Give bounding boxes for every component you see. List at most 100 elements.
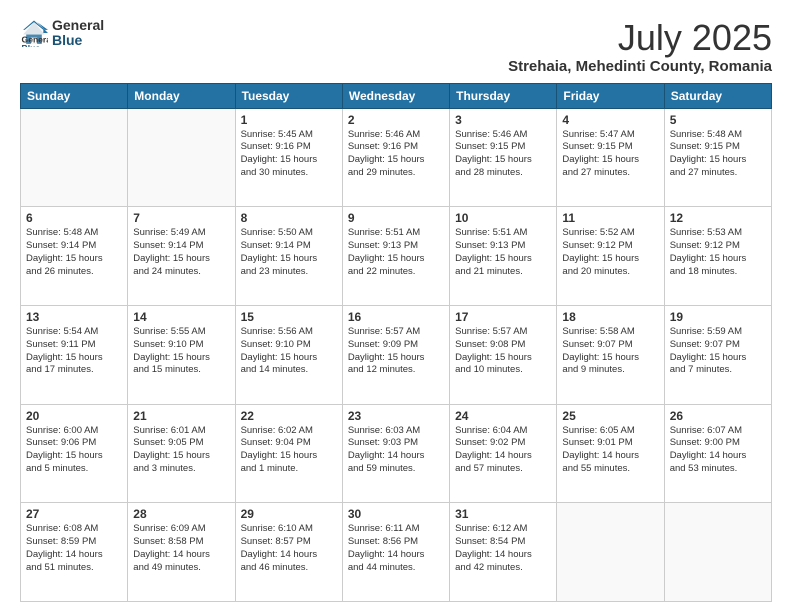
- header: General Blue General Blue July 2025 Stre…: [20, 18, 772, 75]
- table-row: 31 Sunrise: 6:12 AM Sunset: 8:54 PM Dayli…: [450, 503, 557, 602]
- day-info: Sunrise: 5:49 AM Sunset: 9:14 PM Dayligh…: [133, 227, 229, 278]
- day-number: 3: [455, 113, 551, 127]
- calendar-row-4: 27 Sunrise: 6:08 AM Sunset: 8:59 PM Dayli…: [21, 503, 772, 602]
- day-number: 7: [133, 211, 229, 225]
- day-info: Sunrise: 5:50 AM Sunset: 9:14 PM Dayligh…: [241, 227, 337, 278]
- day-info: Sunrise: 5:51 AM Sunset: 9:13 PM Dayligh…: [455, 227, 551, 278]
- calendar-row-2: 13 Sunrise: 5:54 AM Sunset: 9:11 PM Dayli…: [21, 305, 772, 404]
- table-row: 19Sunrise: 5:59 AM Sunset: 9:07 PM Dayli…: [664, 305, 771, 404]
- col-thursday: Thursday: [450, 83, 557, 108]
- day-info: Sunrise: 5:48 AM Sunset: 9:15 PM Dayligh…: [670, 129, 766, 180]
- day-info: Sunrise: 5:45 AM Sunset: 9:16 PM Dayligh…: [241, 129, 337, 180]
- day-info: Sunrise: 5:56 AM Sunset: 9:10 PM Dayligh…: [241, 326, 337, 377]
- day-number: 15: [241, 310, 337, 324]
- table-row: 17Sunrise: 5:57 AM Sunset: 9:08 PM Dayli…: [450, 305, 557, 404]
- day-info: Sunrise: 6:11 AM Sunset: 8:56 PM Dayligh…: [348, 523, 444, 574]
- day-info: Sunrise: 5:55 AM Sunset: 9:10 PM Dayligh…: [133, 326, 229, 377]
- table-row: 6Sunrise: 5:48 AM Sunset: 9:14 PM Daylig…: [21, 207, 128, 306]
- svg-text:Blue: Blue: [22, 43, 41, 47]
- day-number: 9: [348, 211, 444, 225]
- day-number: 25: [562, 409, 658, 423]
- day-info: Sunrise: 6:07 AM Sunset: 9:00 PM Dayligh…: [670, 425, 766, 476]
- table-row: 4Sunrise: 5:47 AM Sunset: 9:15 PM Daylig…: [557, 108, 664, 207]
- day-info: Sunrise: 5:58 AM Sunset: 9:07 PM Dayligh…: [562, 326, 658, 377]
- day-number: 22: [241, 409, 337, 423]
- day-info: Sunrise: 5:54 AM Sunset: 9:11 PM Dayligh…: [26, 326, 122, 377]
- table-row: 21 Sunrise: 6:01 AM Sunset: 9:05 PM Dayli…: [128, 404, 235, 503]
- table-row: [557, 503, 664, 602]
- day-number: 27: [26, 507, 122, 521]
- table-row: 7 Sunrise: 5:49 AM Sunset: 9:14 PM Daylig…: [128, 207, 235, 306]
- day-number: 21: [133, 409, 229, 423]
- table-row: 28Sunrise: 6:09 AM Sunset: 8:58 PM Dayli…: [128, 503, 235, 602]
- day-number: 11: [562, 211, 658, 225]
- table-row: 1Sunrise: 5:45 AM Sunset: 9:16 PM Daylig…: [235, 108, 342, 207]
- day-number: 24: [455, 409, 551, 423]
- table-row: 16Sunrise: 5:57 AM Sunset: 9:09 PM Dayli…: [342, 305, 449, 404]
- table-row: 10 Sunrise: 5:51 AM Sunset: 9:13 PM Dayli…: [450, 207, 557, 306]
- day-info: Sunrise: 6:05 AM Sunset: 9:01 PM Dayligh…: [562, 425, 658, 476]
- table-row: 29 Sunrise: 6:10 AM Sunset: 8:57 PM Dayli…: [235, 503, 342, 602]
- calendar-row-3: 20Sunrise: 6:00 AM Sunset: 9:06 PM Dayli…: [21, 404, 772, 503]
- table-row: 3 Sunrise: 5:46 AM Sunset: 9:15 PM Daylig…: [450, 108, 557, 207]
- day-number: 13: [26, 310, 122, 324]
- table-row: 8Sunrise: 5:50 AM Sunset: 9:14 PM Daylig…: [235, 207, 342, 306]
- table-row: 13 Sunrise: 5:54 AM Sunset: 9:11 PM Dayli…: [21, 305, 128, 404]
- day-number: 29: [241, 507, 337, 521]
- header-row: Sunday Monday Tuesday Wednesday Thursday…: [21, 83, 772, 108]
- day-number: 10: [455, 211, 551, 225]
- day-number: 2: [348, 113, 444, 127]
- day-info: Sunrise: 5:51 AM Sunset: 9:13 PM Dayligh…: [348, 227, 444, 278]
- day-info: Sunrise: 5:46 AM Sunset: 9:15 PM Dayligh…: [455, 129, 551, 180]
- day-number: 4: [562, 113, 658, 127]
- day-info: Sunrise: 6:12 AM Sunset: 8:54 PM Dayligh…: [455, 523, 551, 574]
- table-row: 20Sunrise: 6:00 AM Sunset: 9:06 PM Dayli…: [21, 404, 128, 503]
- col-wednesday: Wednesday: [342, 83, 449, 108]
- day-info: Sunrise: 5:57 AM Sunset: 9:08 PM Dayligh…: [455, 326, 551, 377]
- day-info: Sunrise: 6:01 AM Sunset: 9:05 PM Dayligh…: [133, 425, 229, 476]
- day-number: 18: [562, 310, 658, 324]
- day-number: 12: [670, 211, 766, 225]
- calendar-row-0: 1Sunrise: 5:45 AM Sunset: 9:16 PM Daylig…: [21, 108, 772, 207]
- day-info: Sunrise: 6:08 AM Sunset: 8:59 PM Dayligh…: [26, 523, 122, 574]
- col-friday: Friday: [557, 83, 664, 108]
- table-row: 9 Sunrise: 5:51 AM Sunset: 9:13 PM Daylig…: [342, 207, 449, 306]
- table-row: [21, 108, 128, 207]
- day-info: Sunrise: 5:52 AM Sunset: 9:12 PM Dayligh…: [562, 227, 658, 278]
- day-info: Sunrise: 6:00 AM Sunset: 9:06 PM Dayligh…: [26, 425, 122, 476]
- day-info: Sunrise: 5:53 AM Sunset: 9:12 PM Dayligh…: [670, 227, 766, 278]
- day-number: 16: [348, 310, 444, 324]
- logo-blue-text: Blue: [52, 33, 104, 48]
- col-monday: Monday: [128, 83, 235, 108]
- calendar-table: Sunday Monday Tuesday Wednesday Thursday…: [20, 83, 772, 602]
- subtitle: Strehaia, Mehedinti County, Romania: [508, 58, 772, 75]
- table-row: 24 Sunrise: 6:04 AM Sunset: 9:02 PM Dayli…: [450, 404, 557, 503]
- day-number: 28: [133, 507, 229, 521]
- table-row: 22 Sunrise: 6:02 AM Sunset: 9:04 PM Dayli…: [235, 404, 342, 503]
- day-number: 26: [670, 409, 766, 423]
- title-block: July 2025 Strehaia, Mehedinti County, Ro…: [508, 18, 772, 75]
- day-number: 31: [455, 507, 551, 521]
- day-info: Sunrise: 6:02 AM Sunset: 9:04 PM Dayligh…: [241, 425, 337, 476]
- table-row: 27 Sunrise: 6:08 AM Sunset: 8:59 PM Dayli…: [21, 503, 128, 602]
- col-sunday: Sunday: [21, 83, 128, 108]
- calendar-row-1: 6Sunrise: 5:48 AM Sunset: 9:14 PM Daylig…: [21, 207, 772, 306]
- table-row: 25 Sunrise: 6:05 AM Sunset: 9:01 PM Dayli…: [557, 404, 664, 503]
- day-number: 14: [133, 310, 229, 324]
- day-info: Sunrise: 6:04 AM Sunset: 9:02 PM Dayligh…: [455, 425, 551, 476]
- table-row: 26 Sunrise: 6:07 AM Sunset: 9:00 PM Dayli…: [664, 404, 771, 503]
- day-info: Sunrise: 6:10 AM Sunset: 8:57 PM Dayligh…: [241, 523, 337, 574]
- logo-general-text: General: [52, 18, 104, 33]
- day-info: Sunrise: 5:59 AM Sunset: 9:07 PM Dayligh…: [670, 326, 766, 377]
- day-info: Sunrise: 5:46 AM Sunset: 9:16 PM Dayligh…: [348, 129, 444, 180]
- day-number: 5: [670, 113, 766, 127]
- day-number: 30: [348, 507, 444, 521]
- day-number: 23: [348, 409, 444, 423]
- logo-icon: General Blue: [20, 19, 48, 47]
- day-info: Sunrise: 6:03 AM Sunset: 9:03 PM Dayligh…: [348, 425, 444, 476]
- col-saturday: Saturday: [664, 83, 771, 108]
- table-row: [664, 503, 771, 602]
- table-row: 14 Sunrise: 5:55 AM Sunset: 9:10 PM Dayli…: [128, 305, 235, 404]
- table-row: 18 Sunrise: 5:58 AM Sunset: 9:07 PM Dayli…: [557, 305, 664, 404]
- table-row: [128, 108, 235, 207]
